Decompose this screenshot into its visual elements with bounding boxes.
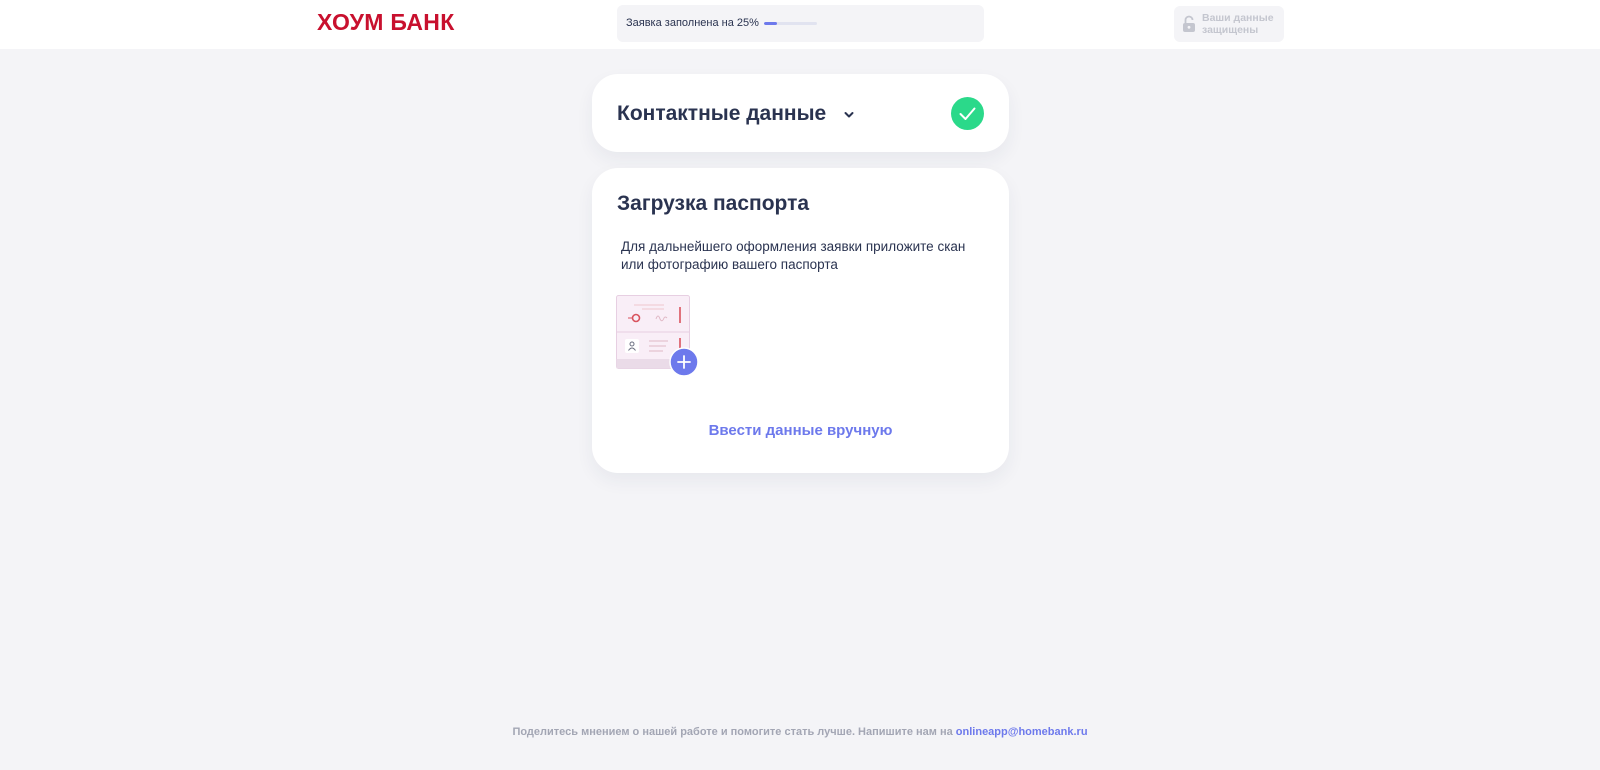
passport-upload-section: Загрузка паспорта Для дальнейшего оформл… — [592, 168, 1009, 473]
contacts-title: Контактные данные — [617, 102, 827, 125]
footer-email-link[interactable]: onlineapp@homebank.ru — [956, 726, 1088, 738]
check-icon — [951, 97, 984, 130]
plus-icon[interactable] — [669, 347, 699, 377]
footer: Поделитесь мнением о нашей работе и помо… — [0, 726, 1600, 738]
passport-title: Загрузка паспорта — [617, 192, 810, 215]
security-label: Ваши данные защищены — [1202, 12, 1274, 36]
progress-bar-fill — [764, 22, 778, 25]
chevron-down-icon[interactable] — [843, 110, 855, 120]
security-badge: Ваши данные защищены — [1174, 6, 1284, 42]
header: ХОУМ БАНК Заявка заполнена на 25% Ваши д… — [0, 0, 1600, 49]
progress-label: Заявка заполнена на 25% — [626, 17, 759, 29]
footer-text: Поделитесь мнением о нашей работе и помо… — [512, 726, 956, 738]
lock-icon — [1183, 15, 1195, 32]
passport-upload-icon[interactable] — [616, 295, 706, 383]
logo[interactable]: ХОУМ БАНК — [317, 9, 455, 36]
manual-entry-link[interactable]: Ввести данные вручную — [592, 422, 1009, 439]
contacts-section[interactable]: Контактные данные — [592, 74, 1009, 152]
progress-bar — [764, 22, 817, 25]
progress-indicator: Заявка заполнена на 25% — [617, 5, 984, 42]
passport-description: Для дальнейшего оформления заявки прилож… — [621, 239, 966, 272]
